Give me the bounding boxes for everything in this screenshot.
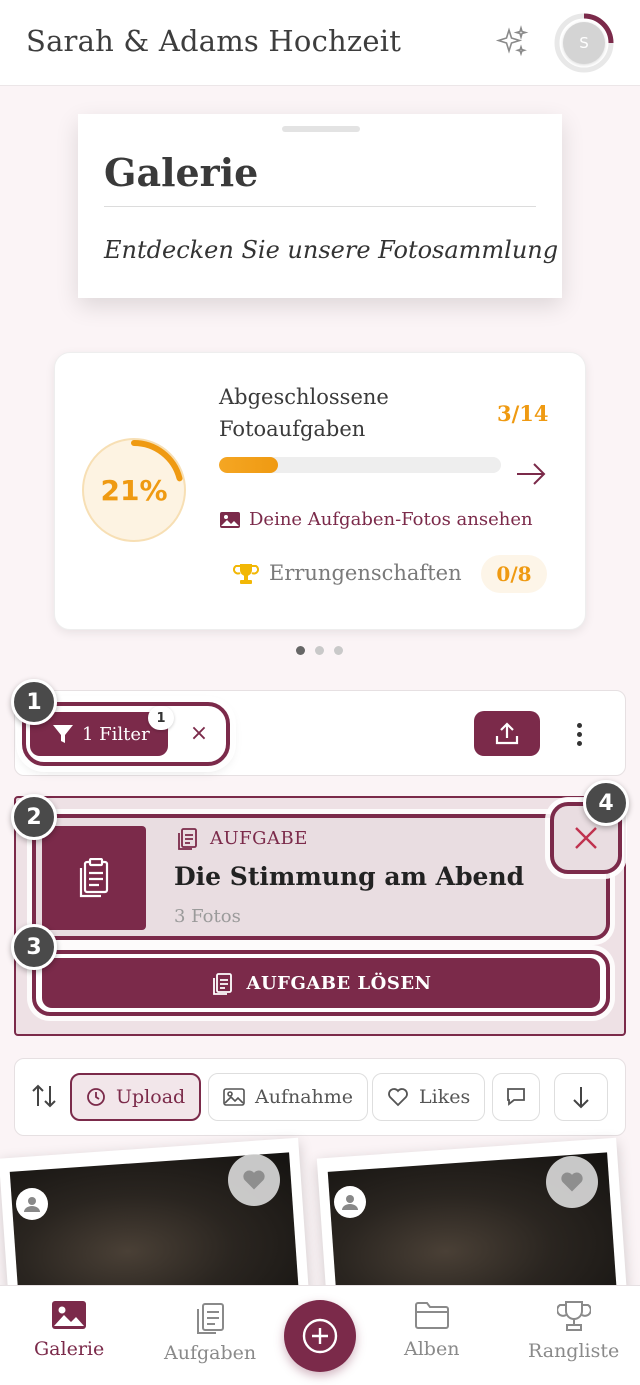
folder-icon	[414, 1302, 449, 1329]
arrow-down-icon	[573, 1087, 589, 1109]
profile-avatar-button[interactable]: S	[553, 12, 615, 74]
like-button[interactable]	[228, 1154, 280, 1206]
achievements-label: Errungenschaften	[269, 561, 462, 585]
comment-icon	[507, 1088, 525, 1106]
solve-task-label: AUFGABE LÖSEN	[246, 972, 432, 994]
nav-label: Alben	[404, 1338, 460, 1360]
carousel-dot[interactable]	[315, 646, 324, 655]
drag-handle[interactable]	[282, 126, 360, 132]
like-button[interactable]	[546, 1156, 598, 1208]
app-title: Sarah & Adams Hochzeit	[26, 24, 402, 58]
upload-button[interactable]	[474, 711, 540, 756]
plus-circle-icon	[302, 1318, 338, 1354]
sort-chip-label: Likes	[419, 1086, 471, 1108]
trophy-icon	[233, 564, 259, 584]
task-progress-card[interactable]: 21% Abgeschlossene Fotoaufgaben 3/14 Dei…	[54, 352, 586, 630]
achievements-count: 0/8	[481, 555, 547, 593]
image-icon	[220, 511, 240, 528]
heart-icon	[243, 1170, 265, 1190]
task-title: Die Stimmung am Abend	[174, 862, 525, 891]
achievements-row[interactable]: Errungenschaften 0/8	[233, 555, 547, 595]
task-photos-link-label: Deine Aufgaben-Fotos ansehen	[249, 509, 533, 530]
heart-icon	[561, 1172, 583, 1192]
kebab-dot	[576, 731, 582, 737]
close-icon	[575, 827, 597, 849]
callout-marker: 4	[583, 780, 629, 826]
avatar: S	[563, 22, 605, 64]
carousel-dots[interactable]	[296, 646, 343, 655]
sort-chip-comments[interactable]	[492, 1073, 540, 1121]
sort-chip-label: Upload	[116, 1086, 186, 1108]
uploader-avatar	[334, 1186, 366, 1218]
uploader-avatar	[16, 1188, 48, 1220]
sort-direction-icon[interactable]	[30, 1082, 58, 1110]
arrow-right-icon[interactable]	[515, 461, 547, 487]
clipboard-icon	[212, 973, 232, 995]
carousel-dot[interactable]	[334, 646, 343, 655]
clipboard-icon	[79, 858, 109, 898]
nav-label: Aufgaben	[164, 1342, 257, 1364]
task-type: AUFGABE	[176, 826, 308, 850]
user-icon	[342, 1195, 358, 1210]
gallery-header-card: Galerie Entdecken Sie unsere Fotosammlun…	[78, 114, 562, 298]
clock-icon	[87, 1088, 105, 1106]
app-header: Sarah & Adams Hochzeit S	[0, 0, 640, 86]
nav-label: Rangliste	[528, 1340, 620, 1362]
gallery-icon	[52, 1301, 87, 1329]
callout-marker: 2	[11, 794, 57, 840]
divider	[104, 206, 536, 207]
heart-icon	[388, 1088, 408, 1107]
filter-count-badge: 1	[148, 706, 174, 730]
progress-title: Abgeschlossene Fotoaufgaben	[219, 385, 389, 441]
clipboard-icon	[197, 1303, 225, 1334]
page-title: Galerie	[104, 150, 259, 195]
clear-filter-button[interactable]: ×	[184, 718, 214, 748]
user-icon	[24, 1197, 40, 1212]
progress-percent: 21%	[100, 473, 168, 507]
sort-chip-likes[interactable]: Likes	[372, 1073, 486, 1121]
progress-bar-fill	[219, 457, 279, 473]
filter-chip-label: 1 Filter	[82, 723, 150, 745]
sort-chip-aufnahme[interactable]: Aufnahme	[208, 1073, 369, 1121]
task-photos-link[interactable]: Deine Aufgaben-Fotos ansehen	[219, 509, 533, 530]
page-subtitle: Entdecken Sie unsere Fotosammlung	[104, 236, 559, 264]
task-photo-count: 3 Fotos	[174, 906, 241, 927]
sort-chip-upload[interactable]: Upload	[70, 1073, 202, 1121]
sort-chip-label: Aufnahme	[255, 1086, 354, 1108]
progress-bar	[219, 457, 501, 473]
add-photo-button[interactable]	[284, 1300, 356, 1372]
task-thumbnail	[42, 826, 146, 930]
task-type-label: AUFGABE	[210, 827, 308, 849]
sparkle-icon[interactable]	[494, 24, 530, 60]
upload-icon	[495, 721, 519, 744]
trophy-icon	[556, 1301, 591, 1331]
nav-item-alben[interactable]: Alben	[404, 1300, 459, 1360]
filter-icon	[53, 725, 73, 743]
clipboard-icon	[178, 828, 197, 850]
progress-count: 3/14	[497, 401, 549, 426]
callout-marker: 1	[11, 679, 57, 725]
kebab-dot	[576, 740, 582, 746]
nav-label: Galerie	[34, 1338, 105, 1360]
more-options-button[interactable]	[566, 718, 592, 750]
nav-item-rangliste[interactable]: Rangliste	[528, 1300, 619, 1362]
image-icon	[223, 1088, 245, 1106]
nav-item-aufgaben[interactable]: Aufgaben	[164, 1300, 256, 1364]
sort-order-button[interactable]	[554, 1073, 608, 1121]
nav-item-galerie[interactable]: Galerie	[34, 1300, 104, 1360]
callout-marker: 3	[11, 924, 57, 970]
solve-task-button[interactable]: AUFGABE LÖSEN	[42, 958, 600, 1008]
kebab-dot	[576, 722, 582, 728]
carousel-dot[interactable]	[296, 646, 305, 655]
